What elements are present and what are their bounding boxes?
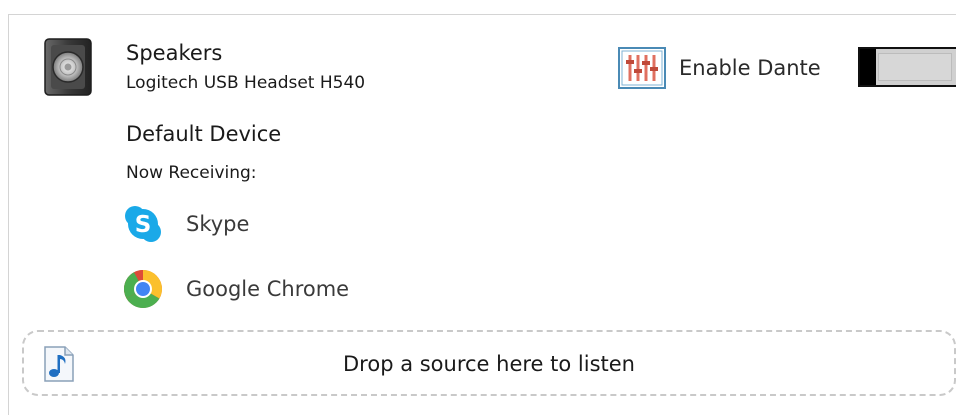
source-label: Skype <box>186 212 250 236</box>
drop-zone-text: Drop a source here to listen <box>343 352 635 376</box>
drop-source-zone[interactable]: Drop a source here to listen <box>22 330 956 396</box>
source-item-skype[interactable]: S Skype <box>123 202 249 246</box>
skype-icon: S <box>125 206 161 242</box>
speaker-icon <box>44 38 92 96</box>
enable-dante-label: Enable Dante <box>679 56 821 80</box>
toggle-knob <box>860 49 876 85</box>
device-name: Speakers <box>126 41 223 65</box>
chrome-icon <box>123 270 162 308</box>
default-device-label: Default Device <box>126 122 282 146</box>
mixer-icon[interactable] <box>618 47 666 89</box>
svg-text:S: S <box>135 212 152 238</box>
source-label: Google Chrome <box>186 277 350 301</box>
source-item-chrome[interactable]: Google Chrome <box>123 267 349 311</box>
now-receiving-label: Now Receiving: <box>126 163 257 183</box>
device-model: Logitech USB Headset H540 <box>126 73 366 93</box>
device-panel: Speakers Logitech USB Headset H540 Defau… <box>8 14 956 415</box>
enable-dante-toggle[interactable] <box>858 47 956 87</box>
toggle-track <box>878 53 952 81</box>
